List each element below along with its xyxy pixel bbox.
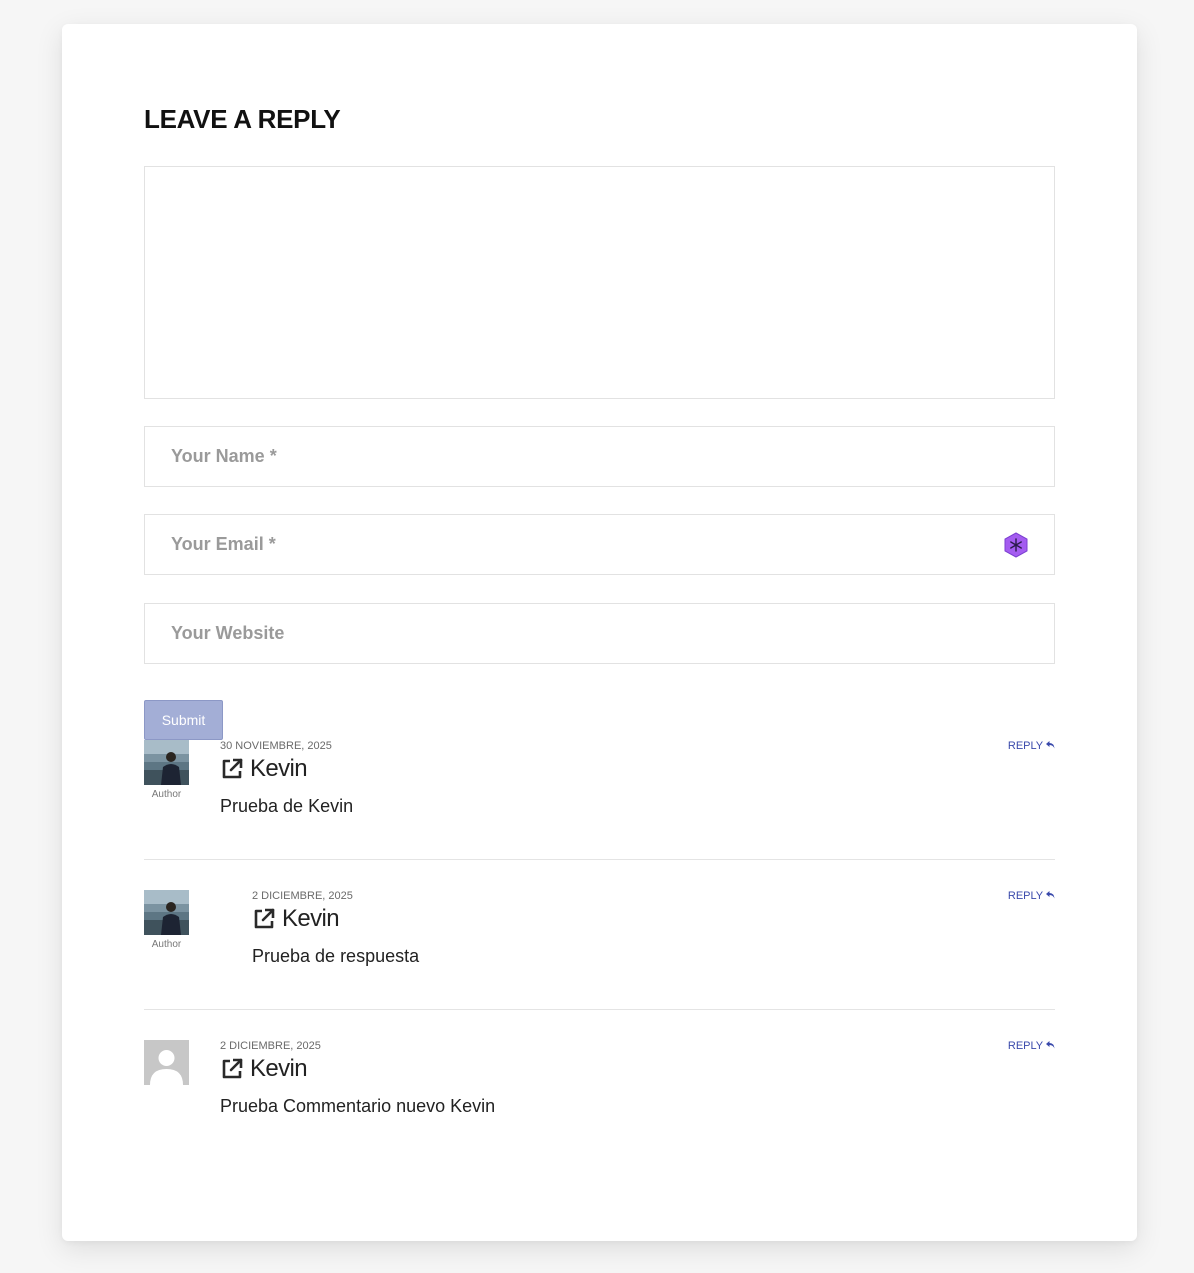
external-link-icon <box>254 908 275 929</box>
name-field[interactable]: Your Name * <box>144 426 1055 487</box>
reply-arrow-icon <box>1046 891 1055 899</box>
comment-item: Author 2 DICIEMBRE, 2025 Kevin Prueba de… <box>144 890 1055 1010</box>
comment-author-name: Kevin <box>282 905 340 932</box>
comment-date: 2 DICIEMBRE, 2025 <box>220 1040 321 1052</box>
comment-text: Prueba Commentario nuevo Kevin <box>220 1096 496 1116</box>
avatar-label: Author <box>151 939 182 950</box>
comment-author-link[interactable]: Kevin <box>220 755 353 783</box>
leave-reply-title: LEAVE A REPLY <box>144 104 341 134</box>
comment-divider <box>144 859 1055 860</box>
comment-body: 30 NOVIEMBRE, 2025 Kevin Prueba de Kevin <box>220 740 353 817</box>
reply-link[interactable]: REPLY <box>1008 1040 1055 1052</box>
comment-author-name: Kevin <box>250 1055 308 1082</box>
name-field-placeholder: Your Name * <box>171 446 277 466</box>
email-field-placeholder: Your Email * <box>171 534 276 554</box>
comment-divider <box>144 1009 1055 1010</box>
comment-textarea[interactable] <box>144 166 1055 399</box>
comment-date: 30 NOVIEMBRE, 2025 <box>220 740 332 752</box>
comment-date: 2 DICIEMBRE, 2025 <box>252 890 353 902</box>
avatar <box>144 740 189 785</box>
email-field[interactable]: Your Email * <box>144 514 1055 575</box>
reply-arrow-icon <box>1046 1041 1055 1049</box>
comment-form-card: LEAVE A REPLY Your Name * Your Email * Y… <box>62 24 1137 1241</box>
comment-text: Prueba de Kevin <box>220 796 354 816</box>
reply-arrow-icon <box>1046 741 1055 749</box>
extension-hexagon-icon[interactable] <box>1004 532 1028 558</box>
comment-item: Author 30 NOVIEMBRE, 2025 Kevin Prueba d… <box>144 740 1055 860</box>
comment-author-link[interactable]: Kevin <box>220 1055 495 1083</box>
comment-body: 2 DICIEMBRE, 2025 Kevin Prueba Commentar… <box>220 1040 495 1117</box>
external-link-icon <box>222 758 243 779</box>
avatar-label: Author <box>151 789 182 800</box>
reply-label: REPLY <box>1007 740 1043 752</box>
reply-label: REPLY <box>1007 1040 1043 1052</box>
comment-body: 2 DICIEMBRE, 2025 Kevin Prueba de respue… <box>252 890 419 967</box>
external-link-icon <box>222 1058 243 1079</box>
reply-label: REPLY <box>1007 890 1043 902</box>
reply-link[interactable]: REPLY <box>1008 890 1055 902</box>
website-field-placeholder: Your Website <box>171 623 285 643</box>
comment-author-link[interactable]: Kevin <box>252 905 419 933</box>
submit-button[interactable]: Submit <box>144 700 223 740</box>
comment-author-name: Kevin <box>250 755 308 782</box>
reply-link[interactable]: REPLY <box>1008 740 1055 752</box>
website-field[interactable]: Your Website <box>144 603 1055 664</box>
avatar <box>144 890 189 935</box>
comment-text: Prueba de respuesta <box>252 946 420 966</box>
comment-item: 2 DICIEMBRE, 2025 Kevin Prueba Commentar… <box>144 1040 1055 1130</box>
avatar-placeholder <box>144 1040 189 1085</box>
